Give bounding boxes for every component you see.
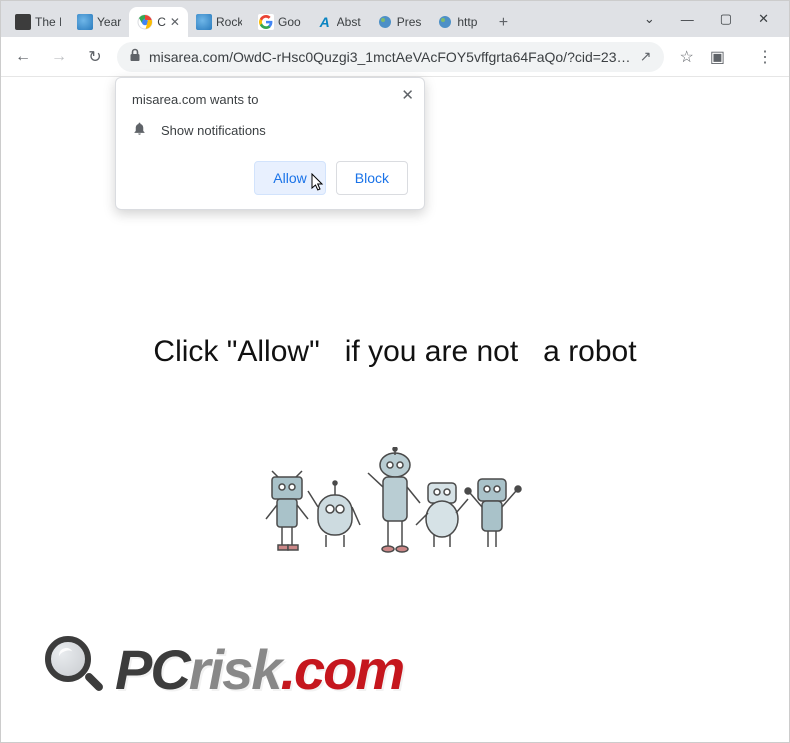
permission-item-text: Show notifications <box>161 123 266 138</box>
window-maximize-icon[interactable]: ▢ <box>720 11 732 27</box>
tab-http[interactable]: http <box>429 7 485 37</box>
tab-rock[interactable]: Rock <box>188 7 250 37</box>
logo-risk: risk <box>189 638 281 701</box>
magnifier-icon <box>39 634 109 704</box>
tab-title: Abst <box>337 15 361 29</box>
tab-google[interactable]: Goo <box>250 7 309 37</box>
tab-the[interactable]: The I <box>7 7 69 37</box>
chrome-icon <box>137 14 153 30</box>
tab-strip: The I Year C ✕ Rock Goo A Abst Pres http <box>1 1 789 37</box>
logo-dotcom: .com <box>280 638 403 701</box>
block-button[interactable]: Block <box>336 161 408 195</box>
lock-icon[interactable] <box>129 48 141 65</box>
extensions-icon[interactable]: ▣ <box>710 47 725 67</box>
menu-icon[interactable]: ⋮ <box>757 47 773 67</box>
tab-title: C <box>157 15 166 29</box>
forward-button: → <box>45 43 73 71</box>
page-headline: Click "Allow" if you are not a robot <box>1 335 789 369</box>
tab-title: Goo <box>278 15 301 29</box>
generic-dark-icon <box>15 14 31 30</box>
tab-title: Pres <box>397 15 422 29</box>
reload-button[interactable]: ↻ <box>81 43 109 71</box>
browser-toolbar: ← → ↻ misarea.com/OwdC-rHsc0Quzgi3_1mctA… <box>1 37 789 77</box>
back-button[interactable]: ← <box>9 43 37 71</box>
window-minimize-icon[interactable]: — <box>681 12 694 27</box>
url-text: misarea.com/OwdC-rHsc0Quzgi3_1mctAeVAcFO… <box>149 49 632 65</box>
tab-title: Rock <box>216 15 242 29</box>
tab-close-icon[interactable]: ✕ <box>170 15 180 29</box>
tab-title: Year <box>97 15 121 29</box>
earth-icon <box>77 14 93 30</box>
star-icon[interactable]: ☆ <box>680 47 694 67</box>
new-tab-button[interactable]: + <box>489 9 517 37</box>
tab-year[interactable]: Year <box>69 7 129 37</box>
toolbar-right: ☆ ▣ ⋮ <box>672 47 781 67</box>
page-content: ✕ misarea.com wants to Show notification… <box>1 77 789 734</box>
earth-small-icon <box>377 14 393 30</box>
window-controls: ⌄ — ▢ ✕ <box>626 1 787 37</box>
logo-pc: PC <box>115 638 189 701</box>
tab-abst[interactable]: A Abst <box>309 7 369 37</box>
tab-title: The I <box>35 15 61 29</box>
address-bar[interactable]: misarea.com/OwdC-rHsc0Quzgi3_1mctAeVAcFO… <box>117 42 664 72</box>
google-g-icon <box>258 14 274 30</box>
robots-illustration <box>260 447 530 562</box>
window-close-icon[interactable]: ✕ <box>758 11 769 27</box>
azure-a-icon: A <box>317 14 333 30</box>
earth-small-icon <box>437 14 453 30</box>
permission-buttons: Allow Block <box>132 161 408 195</box>
logo-text: PCrisk.com <box>115 637 403 702</box>
close-icon[interactable]: ✕ <box>401 86 414 104</box>
tab-title: http <box>457 15 477 29</box>
notification-permission-popup: ✕ misarea.com wants to Show notification… <box>115 77 425 210</box>
earth-icon <box>196 14 212 30</box>
share-icon[interactable]: ↗ <box>640 48 652 65</box>
allow-button[interactable]: Allow <box>254 161 325 195</box>
permission-row: Show notifications <box>132 121 408 139</box>
window-dropdown-icon[interactable]: ⌄ <box>644 11 655 27</box>
tab-pres[interactable]: Pres <box>369 7 430 37</box>
permission-origin-text: misarea.com wants to <box>132 92 408 107</box>
pcrisk-logo: PCrisk.com <box>39 634 403 704</box>
tab-current[interactable]: C ✕ <box>129 7 188 37</box>
bell-icon <box>132 121 147 139</box>
